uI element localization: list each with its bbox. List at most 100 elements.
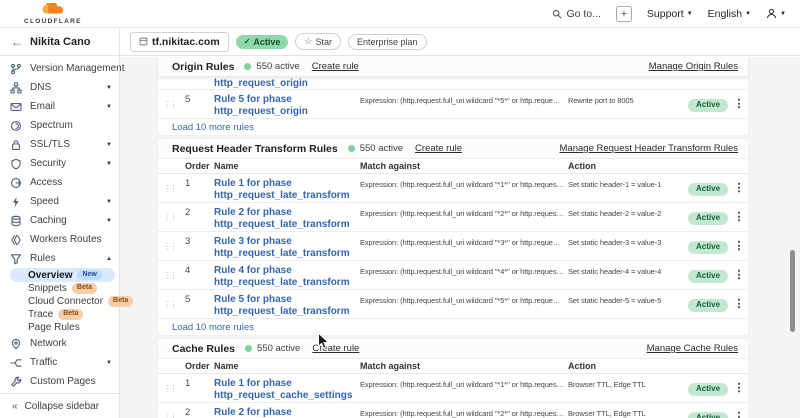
account-name: Nikita Cano bbox=[30, 36, 91, 48]
back-arrow-icon[interactable]: ← bbox=[11, 35, 23, 49]
language-menu[interactable]: English ▼ bbox=[708, 8, 751, 20]
sidebar-item-workers-routes[interactable]: Workers Routes bbox=[0, 230, 119, 249]
rule-action: Set static header-5 = value-5 bbox=[568, 294, 680, 305]
sidebar-item-email[interactable]: Email▼ bbox=[0, 97, 119, 116]
drag-handle-icon[interactable]: ⋮⋮ bbox=[158, 178, 176, 196]
scrollbar-thumb[interactable] bbox=[790, 250, 795, 332]
add-site-button[interactable]: + bbox=[616, 6, 632, 22]
sidebar-item-traffic[interactable]: Traffic▼ bbox=[0, 353, 119, 372]
load-more-rules-link[interactable]: Load 10 more rules bbox=[158, 119, 748, 135]
sidebar-item-access[interactable]: Access bbox=[0, 173, 119, 192]
drag-handle-icon[interactable]: ⋮⋮ bbox=[158, 265, 176, 283]
rule-name-line2: http_request_cache_settings bbox=[214, 390, 352, 401]
cloudflare-logo[interactable]: CLOUDFLARE bbox=[24, 2, 82, 26]
drag-handle-icon[interactable]: ⋮⋮ bbox=[158, 407, 176, 418]
section-title: Request Header Transform Rules bbox=[172, 143, 338, 155]
star-icon: ☆ bbox=[304, 36, 312, 47]
create-rule-link[interactable]: Create rule bbox=[312, 61, 359, 72]
sidebar-item-rules[interactable]: Rules▲ bbox=[0, 249, 119, 268]
domain-selector[interactable]: tf.nikitac.com bbox=[130, 32, 229, 52]
topbar-tools: Go to... + Support ▼ English ▼ ▼ bbox=[552, 6, 786, 22]
drag-handle-icon[interactable]: ⋮⋮ bbox=[158, 294, 176, 312]
user-menu[interactable]: ▼ bbox=[766, 8, 786, 19]
request-header-transform-rules-section: Request Header Transform Rules550 active… bbox=[158, 139, 748, 335]
global-search[interactable]: Go to... bbox=[552, 8, 600, 20]
rule-name-line2: http_request_late_transform bbox=[214, 306, 350, 317]
sidebar-item-caching[interactable]: Caching▼ bbox=[0, 211, 119, 230]
rule-menu-button[interactable]: ⋮ bbox=[730, 94, 748, 112]
sidebar-item-network[interactable]: Network bbox=[0, 334, 119, 353]
sidebar-item-snippets[interactable]: SnippetsBeta bbox=[0, 282, 119, 295]
rule-menu-button[interactable]: ⋮ bbox=[730, 294, 748, 312]
plus-icon: + bbox=[621, 8, 627, 20]
rule-name-link[interactable]: Rule 2 for phasehttp_request_late_transf… bbox=[214, 207, 360, 231]
cloudflare-dashboard: CLOUDFLARE Go to... + Support ▼ English … bbox=[0, 0, 800, 418]
sidebar-item-overview[interactable]: Overview New bbox=[10, 268, 115, 282]
drag-handle-icon[interactable]: ⋮⋮ bbox=[158, 207, 176, 225]
section-title: Cache Rules bbox=[172, 343, 235, 355]
sidebar-item-speed[interactable]: Speed▼ bbox=[0, 192, 119, 211]
rule-name-link[interactable]: Rule 5 for phasehttp_request_late_transf… bbox=[214, 294, 360, 318]
language-label: English bbox=[708, 8, 742, 20]
sidebar-item-label: Security bbox=[30, 158, 66, 169]
sidebar-item-security[interactable]: Security▼ bbox=[0, 154, 119, 173]
rule-name-link[interactable]: Rule 1 for phasehttp_request_cache_setti… bbox=[214, 378, 360, 402]
manage-rules-link[interactable]: Manage Origin Rules bbox=[649, 61, 738, 72]
rule-name-link[interactable]: http_request_origin bbox=[214, 77, 308, 89]
support-menu[interactable]: Support ▼ bbox=[647, 8, 693, 20]
sidebar-item-label: Caching bbox=[30, 215, 67, 226]
new-badge: New bbox=[77, 270, 101, 280]
kebab-icon: ⋮ bbox=[734, 269, 745, 281]
sidebar-item-label: DNS bbox=[30, 82, 51, 93]
traffic-split-icon bbox=[10, 357, 23, 369]
sidebar-item-page-rules[interactable]: Page Rules bbox=[0, 321, 119, 334]
rule-menu-button[interactable]: ⋮ bbox=[730, 178, 748, 196]
sidebar-item-label: Overview bbox=[28, 270, 72, 281]
rule-action: Browser TTL, Edge TTL bbox=[568, 407, 680, 418]
wrench-icon bbox=[10, 376, 23, 388]
sidebar-item-custom-pages[interactable]: Custom Pages bbox=[0, 372, 119, 391]
rule-menu-button[interactable]: ⋮ bbox=[730, 207, 748, 225]
drag-handle-icon[interactable]: ⋮⋮ bbox=[158, 236, 176, 254]
table-row: ⋮⋮2Rule 2 for phasehttp_request_cache_se… bbox=[158, 403, 748, 418]
rule-menu-button[interactable]: ⋮ bbox=[730, 236, 748, 254]
rule-menu-button[interactable]: ⋮ bbox=[730, 407, 748, 418]
page-body: Version ManagementDNS▼Email▼SpectrumSSL/… bbox=[0, 57, 800, 418]
rule-menu-button[interactable]: ⋮ bbox=[730, 378, 748, 396]
sidebar-item-spectrum[interactable]: Spectrum bbox=[0, 116, 119, 135]
beta-badge: Beta bbox=[72, 283, 97, 293]
clipped-spacer bbox=[158, 77, 214, 89]
active-count: 550 active bbox=[256, 61, 299, 72]
rule-name-link[interactable]: Rule 4 for phasehttp_request_late_transf… bbox=[214, 265, 360, 289]
rule-name-link[interactable]: Rule 5 for phasehttp_request_origin bbox=[214, 94, 360, 118]
origin-rules-section: Origin Rules550 activeCreate ruleManage … bbox=[158, 57, 748, 135]
sidebar-item-label: Trace bbox=[28, 309, 53, 320]
sidebar-item-label: Version Management bbox=[30, 63, 125, 74]
sidebar-item-dns[interactable]: DNS▼ bbox=[0, 78, 119, 97]
manage-rules-link[interactable]: Manage Request Header Transform Rules bbox=[560, 143, 738, 154]
load-more-rules-link[interactable]: Load 10 more rules bbox=[158, 319, 748, 335]
drag-handle-icon[interactable]: ⋮⋮ bbox=[158, 378, 176, 396]
rule-menu-button[interactable]: ⋮ bbox=[730, 265, 748, 283]
sidebar-item-cloud-connector[interactable]: Cloud ConnectorBeta bbox=[0, 295, 119, 308]
create-rule-link[interactable]: Create rule bbox=[312, 343, 359, 354]
active-badge: Active bbox=[688, 412, 728, 418]
sidebar-item-label: Email bbox=[30, 101, 55, 112]
manage-rules-link[interactable]: Manage Cache Rules bbox=[647, 343, 738, 354]
table-row: ⋮⋮3Rule 3 for phasehttp_request_late_tra… bbox=[158, 232, 748, 261]
rule-name-link[interactable]: Rule 1 for phasehttp_request_late_transf… bbox=[214, 178, 360, 202]
drag-handle-icon[interactable]: ⋮⋮ bbox=[158, 94, 176, 112]
sidebar-item-ssl-tls[interactable]: SSL/TLS▼ bbox=[0, 135, 119, 154]
collapse-sidebar-button[interactable]: « Collapse sidebar bbox=[0, 393, 119, 418]
column-match-against: Match against bbox=[360, 161, 568, 171]
rule-name-link[interactable]: Rule 3 for phasehttp_request_late_transf… bbox=[214, 236, 360, 260]
column-name: Name bbox=[214, 161, 360, 171]
rule-name-line2: http_request_late_transform bbox=[214, 277, 350, 288]
sidebar-item-trace[interactable]: TraceBeta bbox=[0, 308, 119, 321]
chevron-down-icon: ▼ bbox=[745, 11, 751, 17]
star-button[interactable]: ☆ Star bbox=[295, 33, 341, 50]
create-rule-link[interactable]: Create rule bbox=[415, 143, 462, 154]
active-badge: Active bbox=[688, 99, 728, 112]
sidebar-item-version-management[interactable]: Version Management bbox=[0, 59, 119, 78]
rule-name-link[interactable]: Rule 2 for phasehttp_request_cache_setti… bbox=[214, 407, 360, 418]
